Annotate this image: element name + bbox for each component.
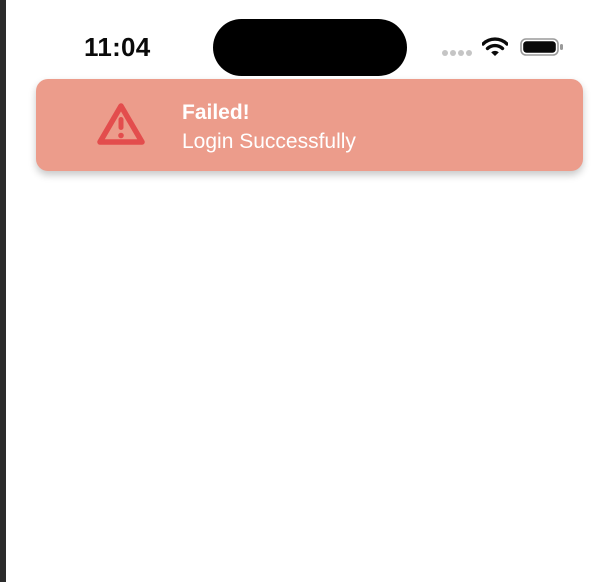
- status-time: 11:04: [84, 32, 151, 62]
- error-toast[interactable]: Failed! Login Successfully: [36, 79, 583, 171]
- toast-message: Login Successfully: [182, 130, 356, 153]
- dynamic-island: [213, 19, 407, 76]
- status-icons: [442, 34, 572, 60]
- signal-icon: [442, 50, 474, 58]
- wifi-icon: [482, 37, 508, 56]
- toast-title: Failed!: [182, 101, 250, 124]
- toast-text: Failed! Login Successfully: [182, 100, 356, 156]
- status-bar: 11:04: [6, 0, 606, 80]
- warning-triangle-icon: [97, 103, 145, 145]
- phone-screen: 11:04 Failed! Login Successfully: [6, 0, 606, 582]
- battery-icon: [520, 38, 563, 56]
